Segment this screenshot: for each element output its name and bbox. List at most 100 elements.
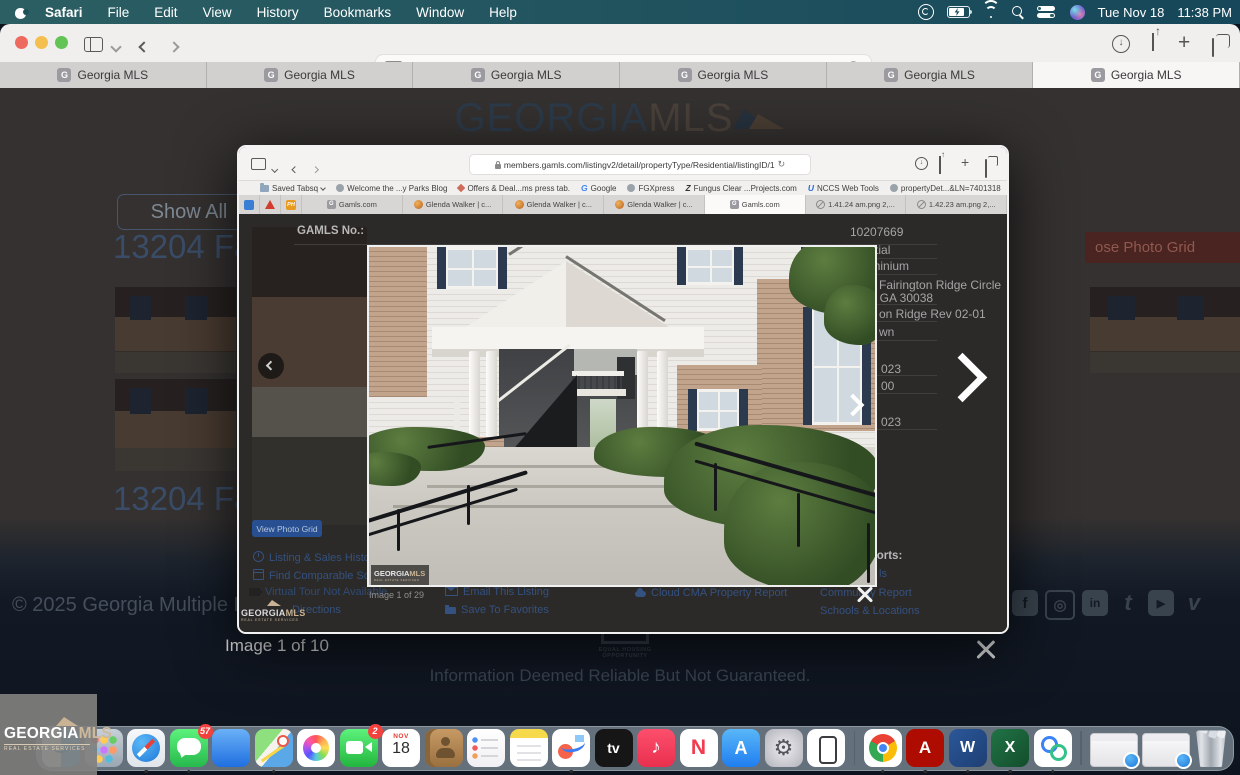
safari-dock-icon[interactable]: [127, 729, 165, 767]
menu-date[interactable]: Tue Nov 18: [1098, 5, 1165, 20]
tab-georgia-mls-5[interactable]: GGeorgia MLS: [827, 62, 1034, 88]
maps-dock-icon[interactable]: [255, 729, 293, 767]
reminders-dock-icon[interactable]: [467, 729, 505, 767]
view-photo-grid-button: View Photo Grid: [252, 520, 322, 537]
menu-item-bookmarks[interactable]: Bookmarks: [324, 5, 392, 20]
siri-icon[interactable]: [1070, 5, 1085, 20]
inner-tab-favicon: G: [327, 200, 336, 209]
forward-button[interactable]: [170, 38, 178, 56]
twitter-icon[interactable]: t: [1115, 590, 1141, 616]
apple-menu-icon[interactable]: [14, 6, 27, 19]
inner-share-icon: [939, 156, 941, 174]
linkedin-icon[interactable]: in: [1082, 590, 1108, 616]
chrome-dock-icon[interactable]: [864, 729, 902, 767]
inner-tab: GGamls.com: [302, 195, 403, 214]
wifi-icon[interactable]: [983, 6, 999, 18]
photo-thumbnail[interactable]: [115, 287, 236, 373]
listing-sales-history-link: Listing & Sales History: [253, 551, 379, 564]
inner-chevron-down-icon: [272, 159, 277, 177]
calendar-dock-icon[interactable]: NOV18: [382, 729, 420, 767]
sidebar-chevron-icon[interactable]: [112, 38, 120, 56]
inner-tab-label: Glenda Walker | c...: [426, 200, 491, 209]
settings-dock-icon[interactable]: ⚙: [765, 729, 803, 767]
bookmark-item: propertyDet...&LN=7401318: [890, 184, 1001, 193]
photo-thumbnail[interactable]: [1090, 287, 1240, 373]
notes-dock-icon[interactable]: [510, 729, 548, 767]
freeform-dock-icon[interactable]: [552, 729, 590, 767]
tab-favicon: G: [57, 68, 71, 82]
gamls-no-label: GAMLS No.:: [297, 225, 364, 237]
menu-item-file[interactable]: File: [108, 5, 130, 20]
new-tab-icon[interactable]: +: [1178, 34, 1190, 52]
tab-georgia-mls-1[interactable]: G Georgia MLS: [0, 62, 207, 88]
menu-item-view[interactable]: View: [203, 5, 232, 20]
instagram-icon[interactable]: ◎: [1045, 590, 1075, 620]
tab-favicon: G: [884, 68, 898, 82]
window-thumb-2-dock-icon[interactable]: [1142, 733, 1190, 767]
sidebar-icon[interactable]: [84, 37, 103, 52]
pinned-tab-blue: [239, 195, 260, 214]
lightbox-close-button[interactable]: [974, 638, 998, 662]
creative-cloud-icon[interactable]: [918, 4, 934, 20]
menu-time[interactable]: 11:38 PM: [1177, 5, 1232, 20]
pinned-tab-ph: PH: [281, 195, 302, 214]
contacts-dock-icon[interactable]: [425, 729, 463, 767]
messages-dock-icon[interactable]: 57: [170, 729, 208, 767]
georgiamls-corner-logo: GEORGIAMLS REAL ESTATE SERVICES: [0, 694, 97, 775]
menu-item-window[interactable]: Window: [416, 5, 464, 20]
control-center-icon[interactable]: [1037, 6, 1057, 19]
passwords-dock-icon[interactable]: [1034, 729, 1072, 767]
back-button[interactable]: [140, 38, 148, 56]
tab-label: Georgia MLS: [698, 68, 769, 82]
tab-georgia-mls-2[interactable]: GGeorgia MLS: [207, 62, 414, 88]
vimeo-icon[interactable]: v: [1181, 590, 1207, 616]
appletv-dock-icon[interactable]: tv: [595, 729, 633, 767]
spotlight-icon[interactable]: [1012, 6, 1024, 18]
menu-item-edit[interactable]: Edit: [154, 5, 177, 20]
photo-thumbnail[interactable]: [115, 379, 236, 471]
tab-label: Georgia MLS: [77, 68, 148, 82]
inner-tab-favicon: [816, 200, 825, 209]
footer-disclaimer: Information Deemed Reliable But Not Guar…: [0, 666, 1240, 686]
inner-tab-favicon: G: [730, 200, 739, 209]
tab-overview-icon[interactable]: [1212, 38, 1214, 57]
minimize-window-button[interactable]: [35, 36, 48, 49]
report-link-fragment: ls: [879, 568, 887, 580]
battery-icon[interactable]: [947, 6, 970, 18]
social-icons: f ◎ int ▶ v: [1012, 590, 1207, 620]
acrobat-dock-icon[interactable]: A: [906, 729, 944, 767]
pinned-tab-icon: [244, 200, 254, 210]
photos-dock-icon[interactable]: [297, 729, 335, 767]
inner-url-text: members.gamls.com/listingv2/detail/prope…: [504, 160, 775, 170]
zoom-window-button[interactable]: [55, 36, 68, 49]
downloads-icon[interactable]: ↓: [1112, 35, 1130, 53]
running-indicator: [187, 770, 191, 774]
tab-georgia-mls-6[interactable]: GGeorgia MLS: [1033, 62, 1240, 88]
iphone-mirroring-dock-icon[interactable]: [807, 729, 845, 767]
next-image-arrow[interactable]: [938, 353, 987, 402]
globe-icon: [890, 184, 898, 192]
facebook-icon[interactable]: f: [1012, 590, 1038, 616]
window-thumb-1-dock-icon[interactable]: [1090, 733, 1138, 767]
mail-dock-icon[interactable]: [212, 729, 250, 767]
menu-item-safari[interactable]: Safari: [45, 5, 83, 20]
excel-dock-icon[interactable]: X: [991, 729, 1029, 767]
news-dock-icon[interactable]: N: [680, 729, 718, 767]
menu-item-history[interactable]: History: [257, 5, 299, 20]
share-icon[interactable]: [1152, 33, 1154, 51]
menu-item-help[interactable]: Help: [489, 5, 517, 20]
globe-icon: [336, 184, 344, 192]
youtube-icon[interactable]: ▶: [1148, 590, 1174, 616]
apartment-photo: GEORGIAMLS REAL ESTATE SERVICES: [367, 245, 877, 587]
tab-georgia-mls-4[interactable]: GGeorgia MLS: [620, 62, 827, 88]
tab-georgia-mls-3[interactable]: GGeorgia MLS: [413, 62, 620, 88]
word-dock-icon[interactable]: W: [949, 729, 987, 767]
close-photo-grid-button[interactable]: ose Photo Grid: [1085, 232, 1240, 263]
bookmark-label: Fungus Clear ...Projects.com: [694, 184, 797, 193]
appstore-dock-icon[interactable]: A: [722, 729, 760, 767]
music-dock-icon[interactable]: ♪: [637, 729, 675, 767]
inner-tab: 1.41.24 am.png 2,...: [806, 195, 907, 214]
close-window-button[interactable]: [15, 36, 28, 49]
inner-lightbox-close: [855, 584, 875, 604]
facetime-dock-icon[interactable]: 2: [340, 729, 378, 767]
